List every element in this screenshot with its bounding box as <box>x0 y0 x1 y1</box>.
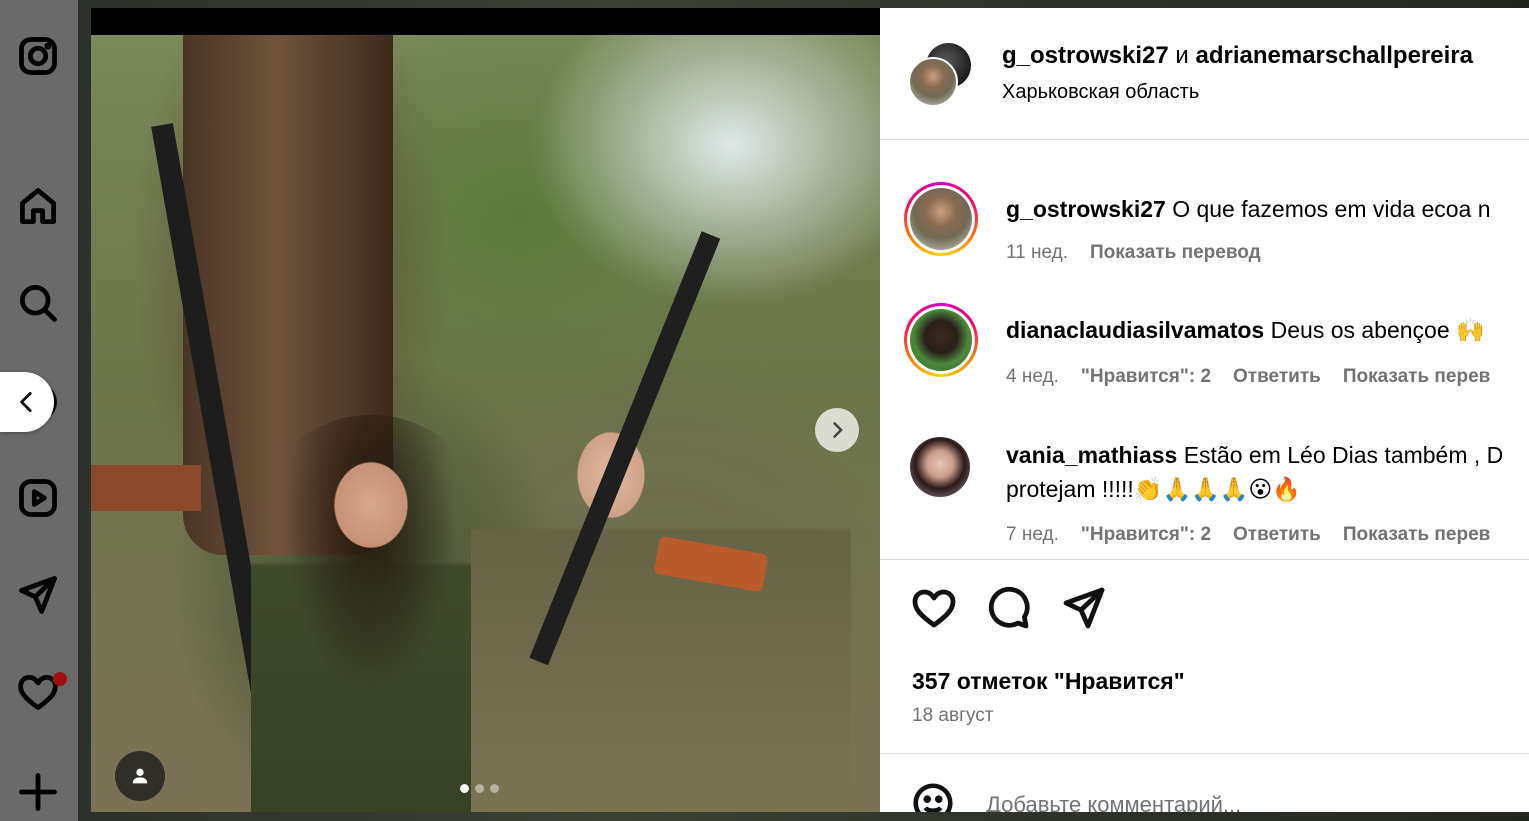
person-right <box>471 395 851 812</box>
home-icon[interactable] <box>14 182 62 230</box>
add-comment-bar <box>880 753 1529 812</box>
emoji-icon <box>913 783 953 812</box>
commenter-avatar[interactable] <box>910 437 970 497</box>
author-username[interactable]: g_ostrowski27 <box>1002 42 1169 69</box>
show-translation-link[interactable]: Показать перев <box>1343 366 1491 388</box>
comment-likes[interactable]: "Нравится": 2 <box>1081 524 1211 546</box>
comment-text: dianaclaudiasilvamatos Deus os abençoe 🙌 <box>1006 313 1485 347</box>
caption-body: O que fazemos em vida ecoa n <box>1172 196 1491 222</box>
carousel-indicator <box>460 784 499 793</box>
post-photo <box>91 8 880 812</box>
caption-meta: 11 нед. Показать перевод <box>1006 242 1261 264</box>
instagram-logo-icon[interactable] <box>14 32 62 80</box>
post-modal: g_ostrowski27 и adrianemarschallpereira … <box>91 8 1529 812</box>
carousel-dot <box>490 784 499 793</box>
carousel-dot <box>475 784 484 793</box>
user-tag-icon <box>132 768 148 784</box>
next-slide-button[interactable] <box>815 408 859 452</box>
comment-bubble-icon <box>988 586 1030 629</box>
likes-count[interactable]: 357 отметок "Нравится" <box>912 668 1185 695</box>
author-avatar[interactable] <box>908 57 958 107</box>
messages-icon[interactable] <box>14 571 62 619</box>
comment-text: vania_mathiass Estão em Léo Dias também … <box>1006 438 1503 472</box>
post-header: g_ostrowski27 и adrianemarschallpereira … <box>880 8 1529 140</box>
comment-input[interactable] <box>986 790 1466 812</box>
caption-username[interactable]: g_ostrowski27 <box>1006 196 1166 222</box>
coauthor-username[interactable]: adrianemarschallpereira <box>1195 42 1473 69</box>
show-translation-link[interactable]: Показать перевод <box>1090 242 1261 264</box>
paper-plane-icon <box>1063 587 1105 629</box>
reply-button[interactable]: Ответить <box>1233 524 1321 546</box>
chevron-left-icon <box>20 391 32 413</box>
comment-body: Deus os abençoe 🙌 <box>1270 317 1485 343</box>
show-translation-link[interactable]: Показать перев <box>1343 524 1491 546</box>
like-button[interactable] <box>910 584 958 632</box>
notification-badge <box>53 672 67 686</box>
comments-list: g_ostrowski27 O que fazemos em vida ecoa… <box>880 141 1529 559</box>
post-authors: g_ostrowski27 и adrianemarschallpereira <box>1002 42 1473 70</box>
comment-meta: 7 нед. "Нравится": 2 Ответить Показать п… <box>1006 524 1490 546</box>
carousel-dot <box>460 784 469 793</box>
caption-age[interactable]: 11 нед. <box>1006 242 1068 264</box>
caption-avatar-ring[interactable] <box>904 182 978 256</box>
post-location[interactable]: Харьковская область <box>1002 81 1199 104</box>
comment-button[interactable] <box>984 584 1032 632</box>
reply-button[interactable]: Ответить <box>1233 366 1321 388</box>
comment-username[interactable]: dianaclaudiasilvamatos <box>1006 317 1264 343</box>
caption-text: g_ostrowski27 O que fazemos em vida ecoa… <box>1006 192 1491 226</box>
instagram-post-viewer: g_ostrowski27 и adrianemarschallpereira … <box>0 0 1529 821</box>
comment-text-continued: protejam !!!!!👏🙏🙏🙏😮🔥 <box>1006 476 1301 502</box>
emoji-button[interactable] <box>910 780 956 812</box>
commenter-avatar[interactable] <box>910 309 972 371</box>
comment-likes[interactable]: "Нравится": 2 <box>1081 366 1211 388</box>
caption-avatar[interactable] <box>910 188 972 250</box>
create-icon[interactable] <box>14 768 62 816</box>
share-button[interactable] <box>1060 584 1108 632</box>
post-actions: 357 отметок "Нравится" 18 август <box>880 559 1529 753</box>
comment-age[interactable]: 4 нед. <box>1006 366 1059 388</box>
rifle-stock-left <box>91 465 201 511</box>
comment-age[interactable]: 7 нед. <box>1006 524 1059 546</box>
person-left <box>251 415 491 812</box>
authors-conjunction: и <box>1175 42 1189 69</box>
comment-meta: 4 нед. "Нравится": 2 Ответить Показать п… <box>1006 366 1490 388</box>
heart-icon <box>912 589 956 628</box>
tagged-users-button[interactable] <box>115 751 165 801</box>
post-date[interactable]: 18 август <box>912 705 994 727</box>
search-icon[interactable] <box>14 279 62 327</box>
reels-icon[interactable] <box>14 474 62 522</box>
commenter-avatar-ring[interactable] <box>904 303 978 377</box>
chevron-right-icon <box>833 422 843 438</box>
post-side-panel: g_ostrowski27 и adrianemarschallpereira … <box>880 8 1529 812</box>
post-image <box>91 35 880 812</box>
comment-body: Estão em Léo Dias também , D <box>1183 442 1504 468</box>
comment-username[interactable]: vania_mathiass <box>1006 442 1177 468</box>
